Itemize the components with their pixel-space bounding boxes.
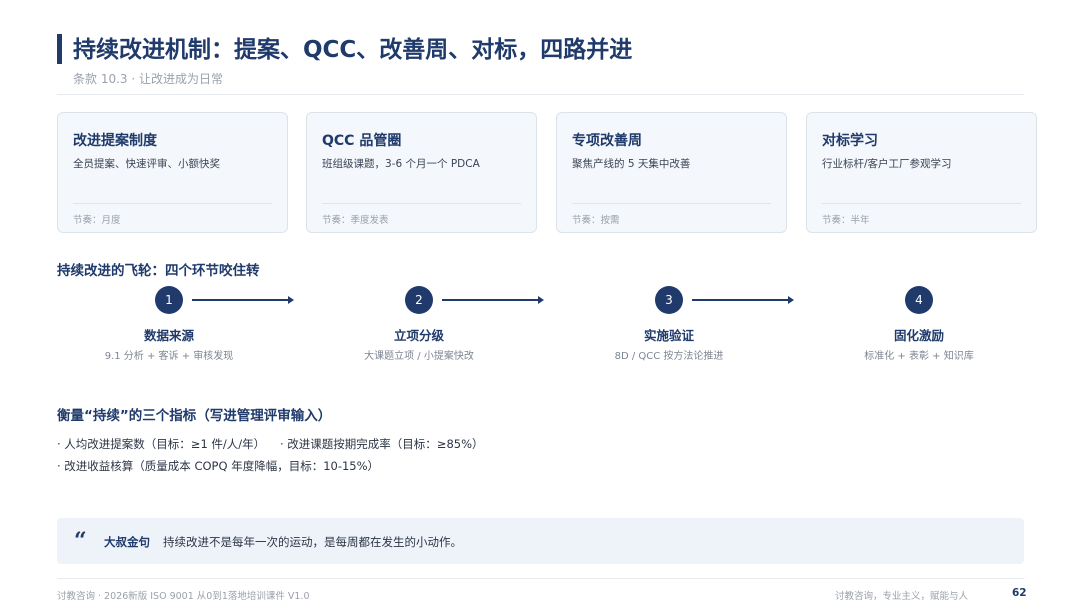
footer-left: 讨教咨询 · 2026新版 ISO 9001 从0到1落地培训课件 V1.0	[57, 591, 310, 602]
step-number-badge: 1	[155, 286, 183, 314]
card-desc: 班组级课题，3-6 个月一个 PDCA	[322, 158, 480, 170]
page-title: 持续改进机制：提案、QCC、改善周、对标，四路并进	[73, 37, 633, 63]
step-number-badge: 4	[905, 286, 933, 314]
metrics-heading: 衡量“持续”的三个指标（写进管理评审输入）	[57, 408, 332, 424]
card-title: 专项改善周	[572, 133, 642, 149]
card-benchmark: 对标学习 行业标杆/客户工厂参观学习 节奏：半年	[806, 112, 1037, 233]
card-desc: 聚焦产线的 5 天集中改善	[572, 158, 691, 170]
step-name: 立项分级	[393, 328, 444, 343]
card-title: 改进提案制度	[73, 133, 157, 149]
card-title: 对标学习	[822, 133, 878, 149]
card-rhythm: 节奏：季度发表	[322, 215, 389, 226]
card-rhythm: 节奏：月度	[73, 215, 121, 226]
page-number: 62	[1012, 587, 1027, 599]
title-accent-bar	[57, 34, 62, 64]
quote-mark-icon: “	[74, 528, 87, 554]
step-desc: 标准化 + 表彰 + 知识库	[864, 351, 974, 362]
quote-text: 持续改进不是每年一次的运动，是每周都在发生的小动作。	[163, 535, 462, 549]
card-desc: 行业标杆/客户工厂参观学习	[822, 158, 952, 170]
quote-label: 大叔金句	[104, 535, 150, 549]
card-kaizen-week: 专项改善周 聚焦产线的 5 天集中改善 节奏：按需	[556, 112, 787, 233]
flywheel-heading: 持续改进的飞轮：四个环节咬住转	[57, 263, 260, 279]
metric-item: · 改进课题按期完成率（目标：≥85%）	[280, 437, 484, 451]
card-qcc: QCC 品管圈 班组级课题，3-6 个月一个 PDCA 节奏：季度发表	[306, 112, 537, 233]
card-divider	[822, 203, 1021, 204]
header-divider	[57, 94, 1024, 95]
footer-right: 讨教咨询，专业主义，赋能与人	[834, 591, 968, 602]
card-divider	[322, 203, 521, 204]
flow-arrow	[692, 296, 794, 304]
card-rhythm: 节奏：半年	[822, 215, 870, 226]
footer-divider	[57, 578, 1024, 579]
step-desc: 大课题立项 / 小提案快改	[364, 351, 474, 362]
card-desc: 全员提案、快速评审、小额快奖	[73, 158, 220, 170]
step-name: 数据来源	[143, 328, 194, 343]
flow-arrow	[442, 296, 544, 304]
metric-item: · 人均改进提案数（目标：≥1 件/人/年）	[57, 437, 266, 451]
card-title: QCC 品管圈	[322, 133, 402, 149]
page-subtitle: 条款 10.3 · 让改进成为日常	[73, 72, 223, 86]
step-desc: 9.1 分析 + 客诉 + 审核发现	[104, 351, 234, 362]
step-name: 实施验证	[643, 328, 694, 343]
step-number-badge: 3	[655, 286, 683, 314]
card-divider	[73, 203, 272, 204]
step-desc: 8D / QCC 按方法论推进	[614, 351, 724, 362]
step-number-badge: 2	[405, 286, 433, 314]
metric-item: · 改进收益核算（质量成本 COPQ 年度降幅，目标：10-15%）	[57, 459, 380, 473]
card-proposal: 改进提案制度 全员提案、快速评审、小额快奖 节奏：月度	[57, 112, 288, 233]
card-divider	[572, 203, 771, 204]
step-name: 固化激励	[893, 328, 944, 343]
quote-box: “ 大叔金句 持续改进不是每年一次的运动，是每周都在发生的小动作。	[57, 518, 1024, 564]
flow-arrow	[192, 296, 294, 304]
card-rhythm: 节奏：按需	[572, 215, 620, 226]
